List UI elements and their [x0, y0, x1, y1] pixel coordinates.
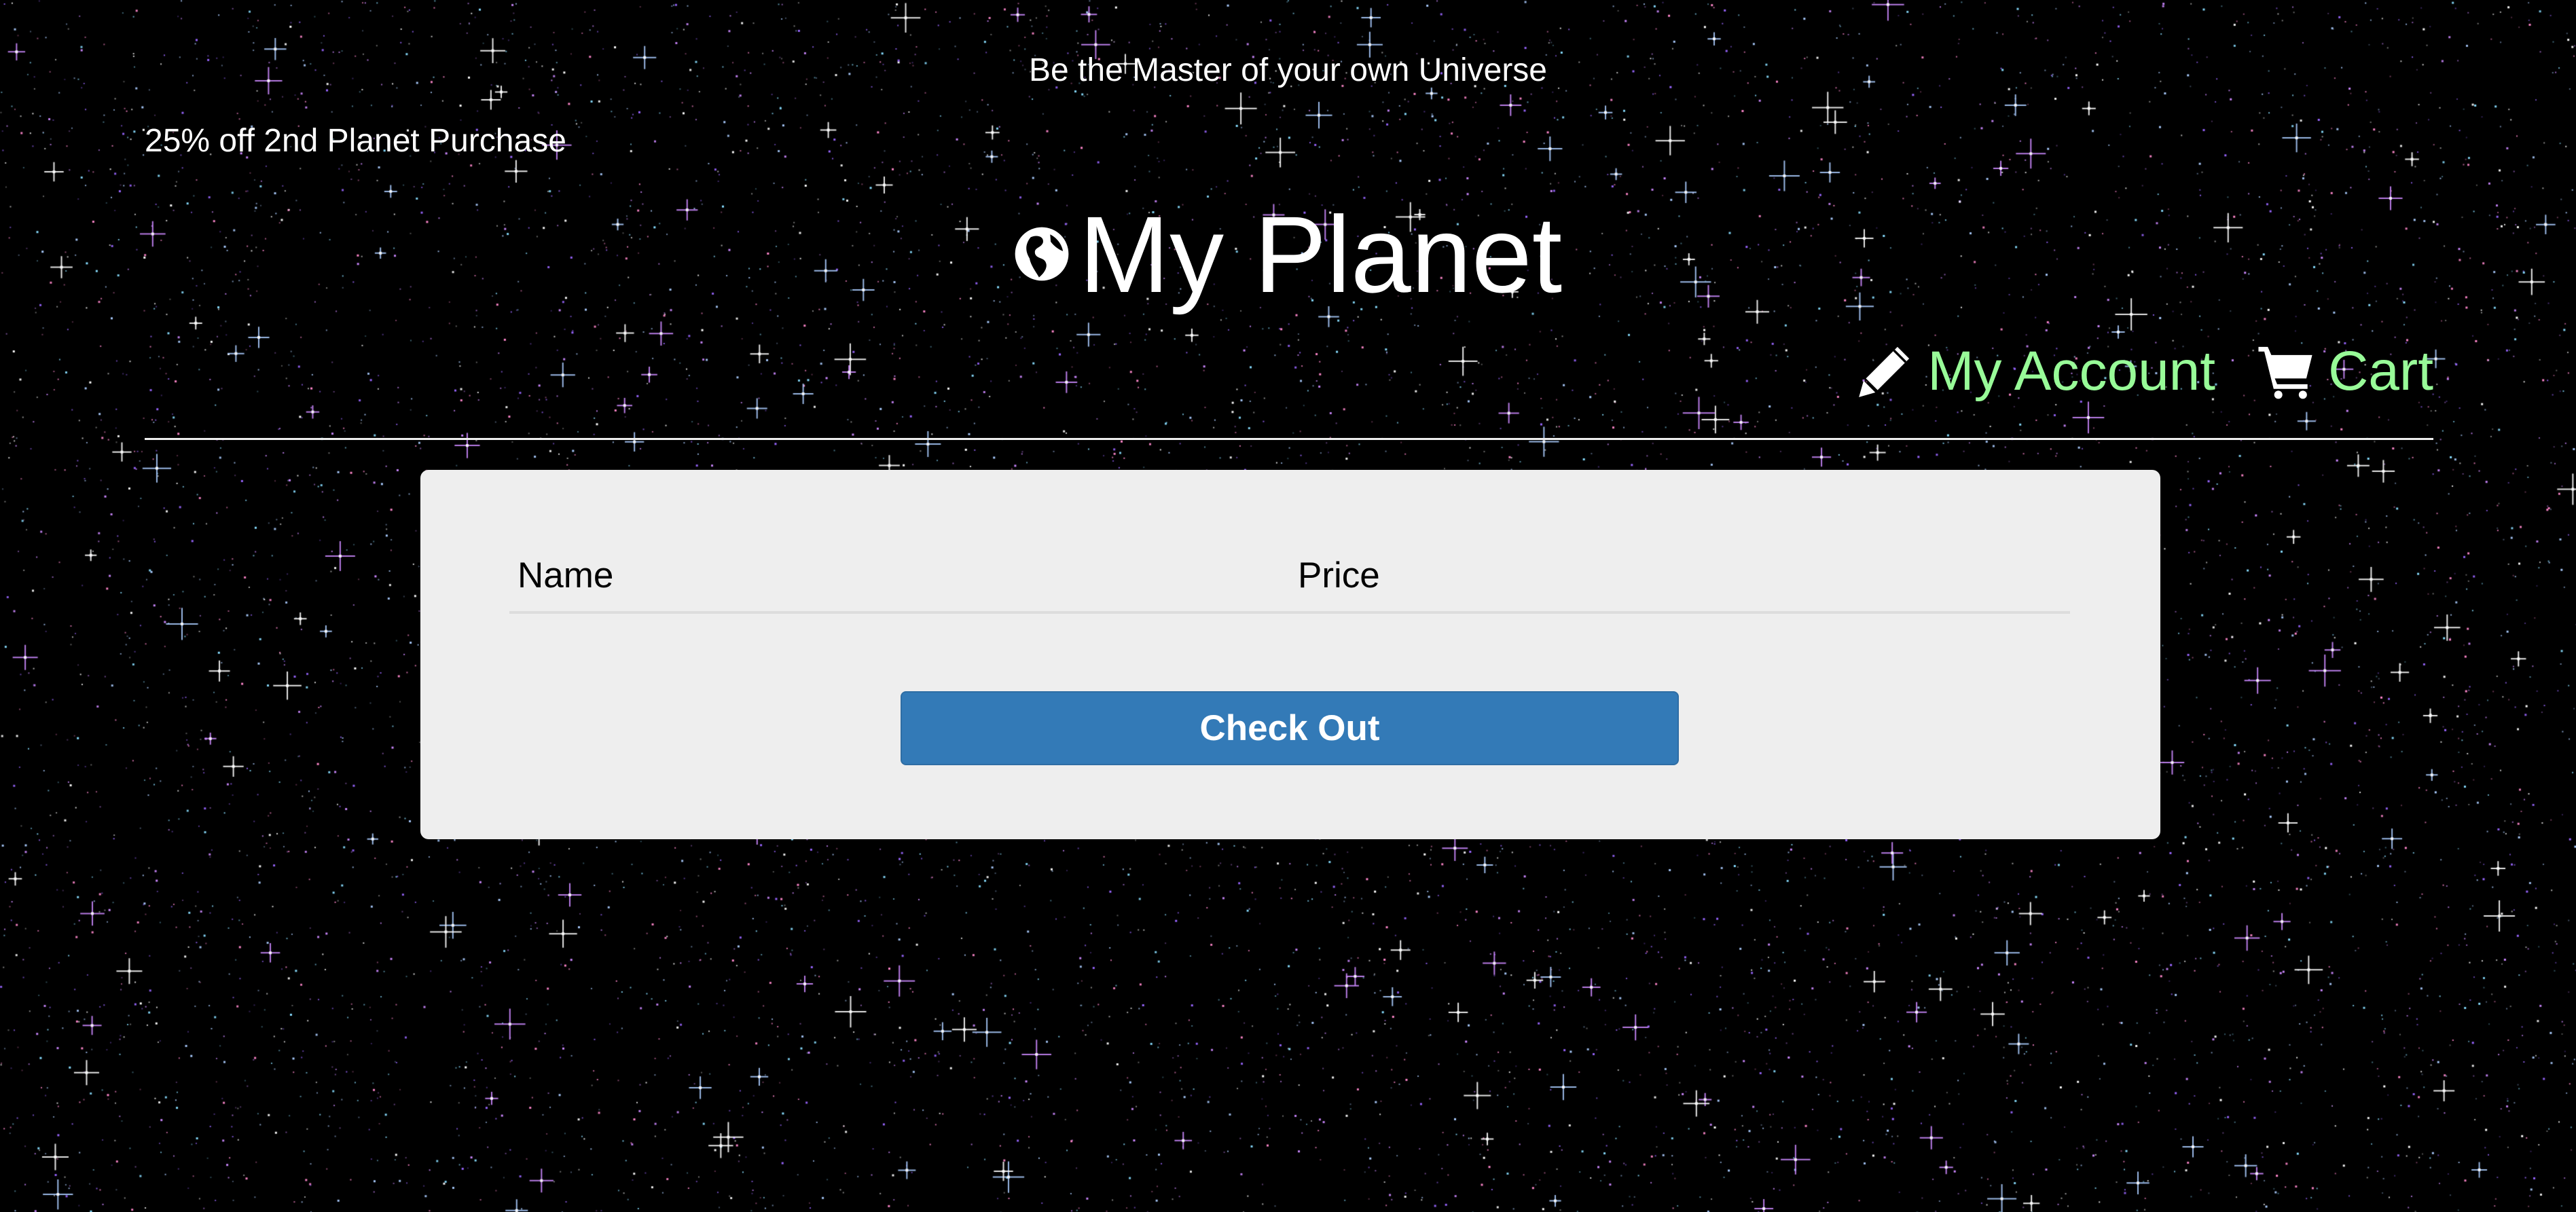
check-out-button[interactable]: Check Out — [901, 691, 1679, 765]
tagline: Be the Master of your own Universe — [1028, 52, 1547, 88]
column-header-price: Price — [1298, 555, 1380, 595]
cart-link[interactable]: Cart — [2256, 339, 2433, 403]
site-title[interactable]: My Planet — [0, 190, 2576, 319]
top-nav: My Account Cart — [1855, 339, 2433, 403]
my-account-label: My Account — [1927, 340, 2216, 402]
site-title-text: My Planet — [1078, 194, 1563, 315]
promo-text: 25% off 2nd Planet Purchase — [145, 123, 566, 159]
pencil-icon — [1859, 346, 1910, 397]
header-divider — [145, 438, 2433, 440]
cart-panel: Name Price Check Out — [420, 470, 2160, 839]
cart-label: Cart — [2328, 340, 2433, 402]
globe-icon — [1015, 227, 1069, 281]
cart-icon — [2258, 346, 2312, 399]
column-header-name: Name — [518, 555, 614, 595]
table-header-divider — [509, 611, 2070, 614]
my-account-link[interactable]: My Account — [1855, 339, 2215, 403]
